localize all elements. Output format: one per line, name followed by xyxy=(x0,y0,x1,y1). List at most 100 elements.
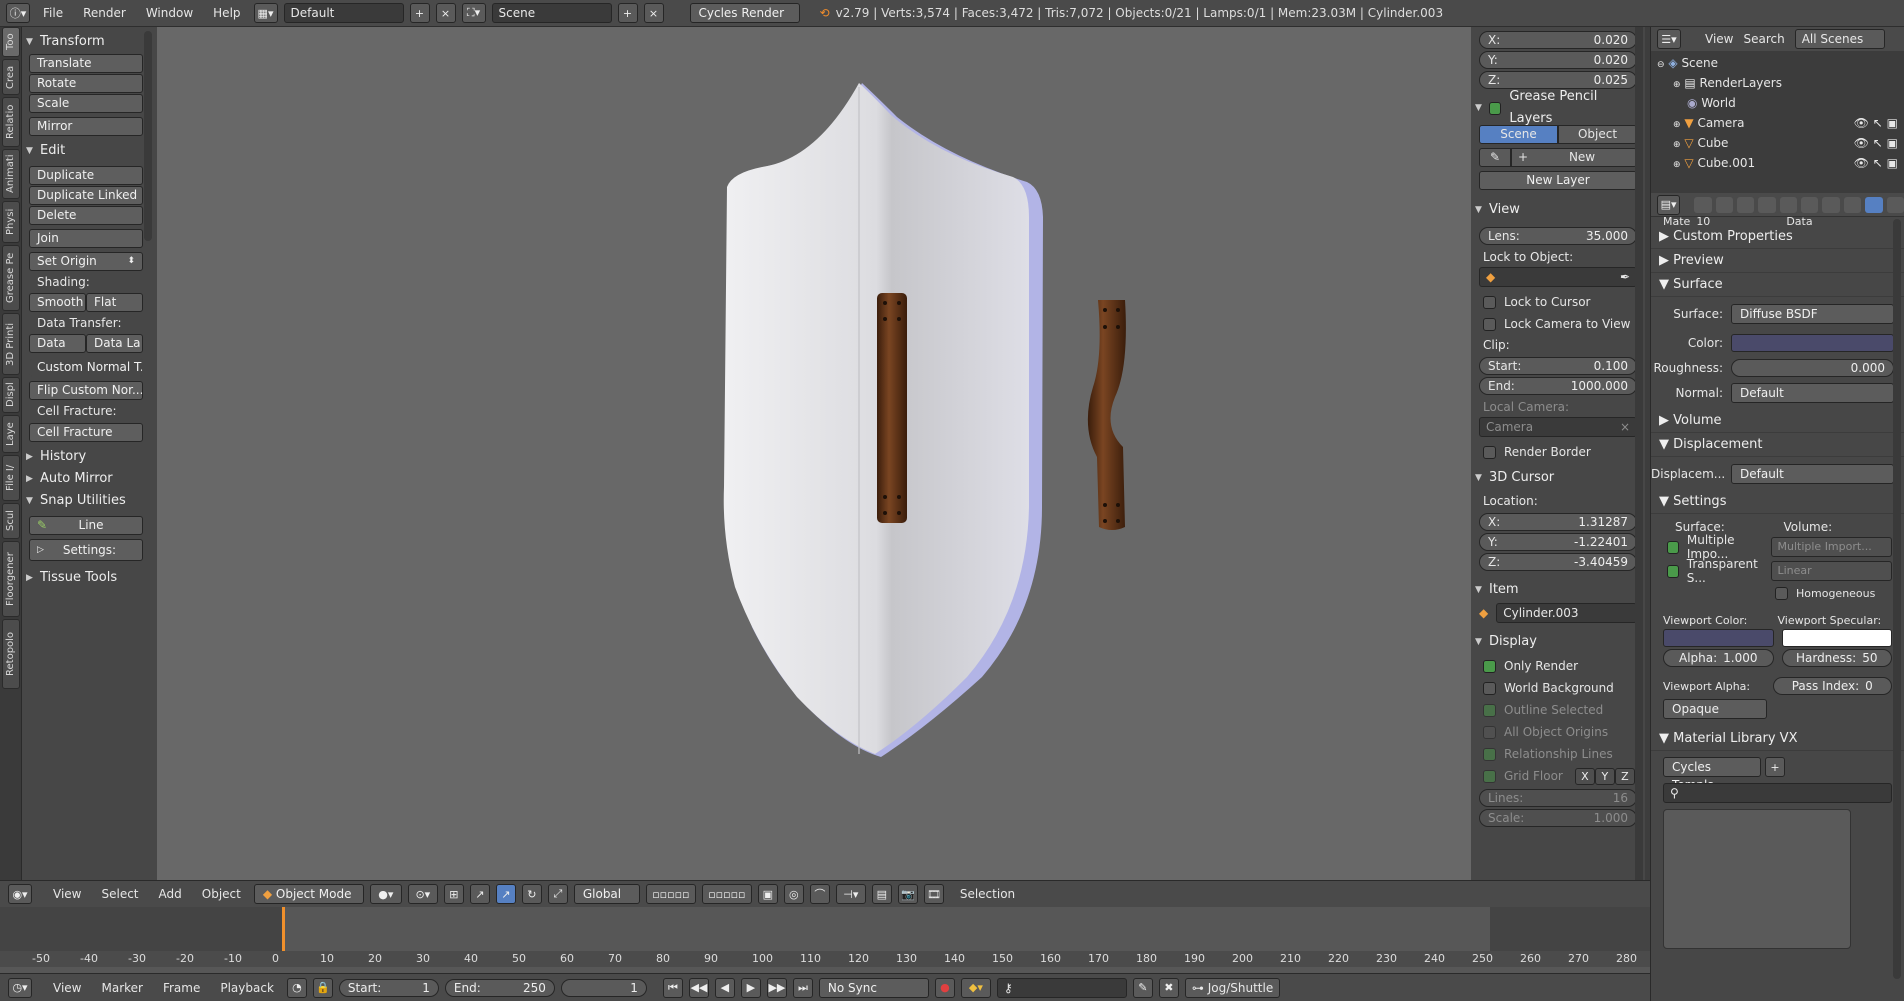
menu-view[interactable]: View xyxy=(46,887,88,901)
pencil-brush-icon[interactable]: ✎ xyxy=(1479,148,1511,167)
material-library-list[interactable] xyxy=(1663,809,1851,949)
world-tab-icon[interactable] xyxy=(1758,196,1776,213)
visibility-eye-icon[interactable]: 👁 ↖ ▣ xyxy=(1854,153,1898,173)
grease-pencil-checkbox[interactable] xyxy=(1488,101,1502,115)
play-reverse-icon[interactable]: ◀ xyxy=(714,977,735,998)
lock-to-cursor-checkbox[interactable]: Lock to Cursor xyxy=(1479,291,1637,313)
settings-section[interactable]: ▼ Settings xyxy=(1651,490,1904,514)
render-border-checkbox[interactable]: Render Border xyxy=(1479,441,1637,463)
layers-grid-1[interactable]: ▫▫▫▫▫ xyxy=(645,884,696,904)
new-button[interactable]: + New xyxy=(1511,148,1637,167)
layer-lock-icon[interactable]: ▣ xyxy=(757,884,778,904)
grease-pencil-panel-header[interactable]: ▼ Grease Pencil Layers xyxy=(1475,89,1641,126)
tab-animation[interactable]: Animati xyxy=(2,149,20,199)
set-origin-dropdown[interactable]: Set Origin ⬍ xyxy=(29,252,143,271)
custom-properties-section[interactable]: ▶ Custom Properties xyxy=(1651,225,1904,249)
menu-window[interactable]: Window xyxy=(139,6,200,20)
world-background-checkbox[interactable]: World Background xyxy=(1479,677,1637,699)
menu-add[interactable]: Add xyxy=(152,887,189,901)
render-engine-dropdown[interactable]: Cycles Render xyxy=(689,3,800,23)
lock-object-field[interactable]: ◆ ✒ xyxy=(1479,267,1637,287)
lens-field[interactable]: Lens: 35.000 xyxy=(1479,227,1637,245)
material-link-dropdown[interactable]: Data xyxy=(1786,217,1812,225)
data-tab-icon[interactable] xyxy=(1843,196,1862,213)
clip-end-field[interactable]: End: 1000.000 xyxy=(1479,377,1637,395)
mode-dropdown[interactable]: ◆ Object Mode xyxy=(253,884,364,904)
settings-button[interactable]: ▷ Settings: xyxy=(29,539,143,561)
cycles-template-dropdown[interactable]: Cycles Templa xyxy=(1663,757,1761,792)
3d-cursor-panel-header[interactable]: ▼ 3D Cursor xyxy=(1475,467,1641,489)
scene-field[interactable]: Scene xyxy=(491,3,612,23)
clip-start-field[interactable]: Start: 0.100 xyxy=(1479,357,1637,375)
visibility-eye-icon[interactable]: 👁 ↖ ▣ xyxy=(1854,133,1898,153)
transform-manipulator-icon[interactable]: ↗ xyxy=(469,884,490,904)
roughness-field[interactable]: 0.000 xyxy=(1731,358,1894,377)
snap-utilities-panel-header[interactable]: ▼ Snap Utilities xyxy=(26,490,153,512)
viewport-specular-swatch[interactable] xyxy=(1781,629,1892,647)
rotate-button[interactable]: Rotate xyxy=(29,74,143,93)
menu-marker[interactable]: Marker xyxy=(94,981,149,995)
menu-object[interactable]: Object xyxy=(195,887,248,901)
opengl-render-icon[interactable]: 📷 xyxy=(897,884,918,904)
tab-sculpt[interactable]: Scul xyxy=(2,503,20,539)
cursor-z-field[interactable]: Z: -3.40459 xyxy=(1479,553,1637,571)
color-swatch[interactable] xyxy=(1731,333,1894,352)
history-panel-header[interactable]: ▶ History xyxy=(26,446,153,468)
record-icon[interactable]: ● xyxy=(934,977,955,998)
volume-section[interactable]: ▶ Volume xyxy=(1651,409,1904,433)
constraints-tab-icon[interactable] xyxy=(1801,196,1819,213)
jump-keyframe-forward-icon[interactable]: ▶▶ xyxy=(766,977,787,998)
properties-editor-icon[interactable]: ▤▾ xyxy=(1657,194,1681,215)
cursor-y-field[interactable]: Y: -1.22401 xyxy=(1479,533,1637,551)
jump-keyframe-back-icon[interactable]: ◀◀ xyxy=(688,977,709,998)
viewport-color-swatch[interactable] xyxy=(1663,629,1774,647)
auto-mirror-panel-header[interactable]: ▶ Auto Mirror xyxy=(26,468,153,490)
pivot-point-icon[interactable]: ⊙▾ xyxy=(407,884,438,904)
normal-dropdown[interactable]: Default xyxy=(1731,382,1894,403)
timeline-editor-icon[interactable]: ◷▾ xyxy=(8,977,32,998)
remove-layout-icon[interactable]: × xyxy=(435,3,456,23)
preview-range-icon[interactable]: ◔ xyxy=(286,977,307,998)
view-panel-header[interactable]: ▼ View xyxy=(1475,199,1641,221)
custom-normal-button[interactable]: Custom Normal T... xyxy=(29,358,143,377)
transparent-shadows-checkbox[interactable]: Transparent S... xyxy=(1663,557,1771,585)
smooth-button[interactable]: Smooth xyxy=(29,293,86,312)
line-button[interactable]: ✎ Line xyxy=(29,516,143,535)
tab-file-io[interactable]: File I/ xyxy=(2,455,20,501)
tissue-tools-panel-header[interactable]: ▶ Tissue Tools xyxy=(26,567,153,589)
menu-help[interactable]: Help xyxy=(206,6,247,20)
menu-file[interactable]: File xyxy=(36,6,70,20)
menu-frame[interactable]: Frame xyxy=(156,981,207,995)
cursor-x-field[interactable]: X: 1.31287 xyxy=(1479,513,1637,531)
viewport-shading-icon[interactable]: ●▾ xyxy=(369,884,402,904)
rotate-manipulator-icon[interactable]: ↻ xyxy=(521,884,542,904)
layout-field[interactable]: Default xyxy=(283,3,404,23)
outliner-menu-view[interactable]: View xyxy=(1705,32,1733,46)
scene-toggle[interactable]: Scene xyxy=(1479,125,1558,144)
outliner-menu-search[interactable]: Search xyxy=(1743,32,1784,46)
mirror-button[interactable]: Mirror xyxy=(29,117,143,136)
object-toggle[interactable]: Object xyxy=(1558,125,1637,144)
preview-section[interactable]: ▶ Preview xyxy=(1651,249,1904,273)
outliner-item-camera[interactable]: ⊕ ▼ Camera 👁 ↖ ▣ xyxy=(1657,113,1898,133)
data-button[interactable]: Data xyxy=(29,334,86,353)
tab-floor-generator[interactable]: Floorgener xyxy=(2,541,20,617)
3d-view-editor-icon[interactable]: ◉▾ xyxy=(8,884,32,904)
location-x-field[interactable]: X: 0.020 xyxy=(1479,31,1637,49)
render-layers-tab-icon[interactable] xyxy=(1715,196,1733,213)
play-icon[interactable]: ▶ xyxy=(740,977,761,998)
delete-button[interactable]: Delete xyxy=(29,206,143,225)
visibility-eye-icon[interactable]: 👁 ↖ ▣ xyxy=(1854,113,1898,133)
jog-shuttle-button[interactable]: ⊶ Jog/Shuttle xyxy=(1184,977,1281,998)
data-layout-button[interactable]: Data La xyxy=(86,334,143,353)
n-panel-scrollbar[interactable] xyxy=(1635,27,1643,880)
location-y-field[interactable]: Y: 0.020 xyxy=(1479,51,1637,69)
material-tab-icon[interactable] xyxy=(1865,196,1883,213)
scale-manipulator-icon[interactable]: ⤢ xyxy=(547,884,568,904)
properties-scrollbar[interactable] xyxy=(1893,219,1901,979)
add-layout-icon[interactable]: + xyxy=(409,3,430,23)
tab-retopology[interactable]: Retopolo xyxy=(2,619,20,689)
remove-scene-icon[interactable]: × xyxy=(643,3,664,23)
tab-grease-pencil[interactable]: Grease Pe xyxy=(2,245,20,311)
object-tab-icon[interactable] xyxy=(1779,196,1798,213)
